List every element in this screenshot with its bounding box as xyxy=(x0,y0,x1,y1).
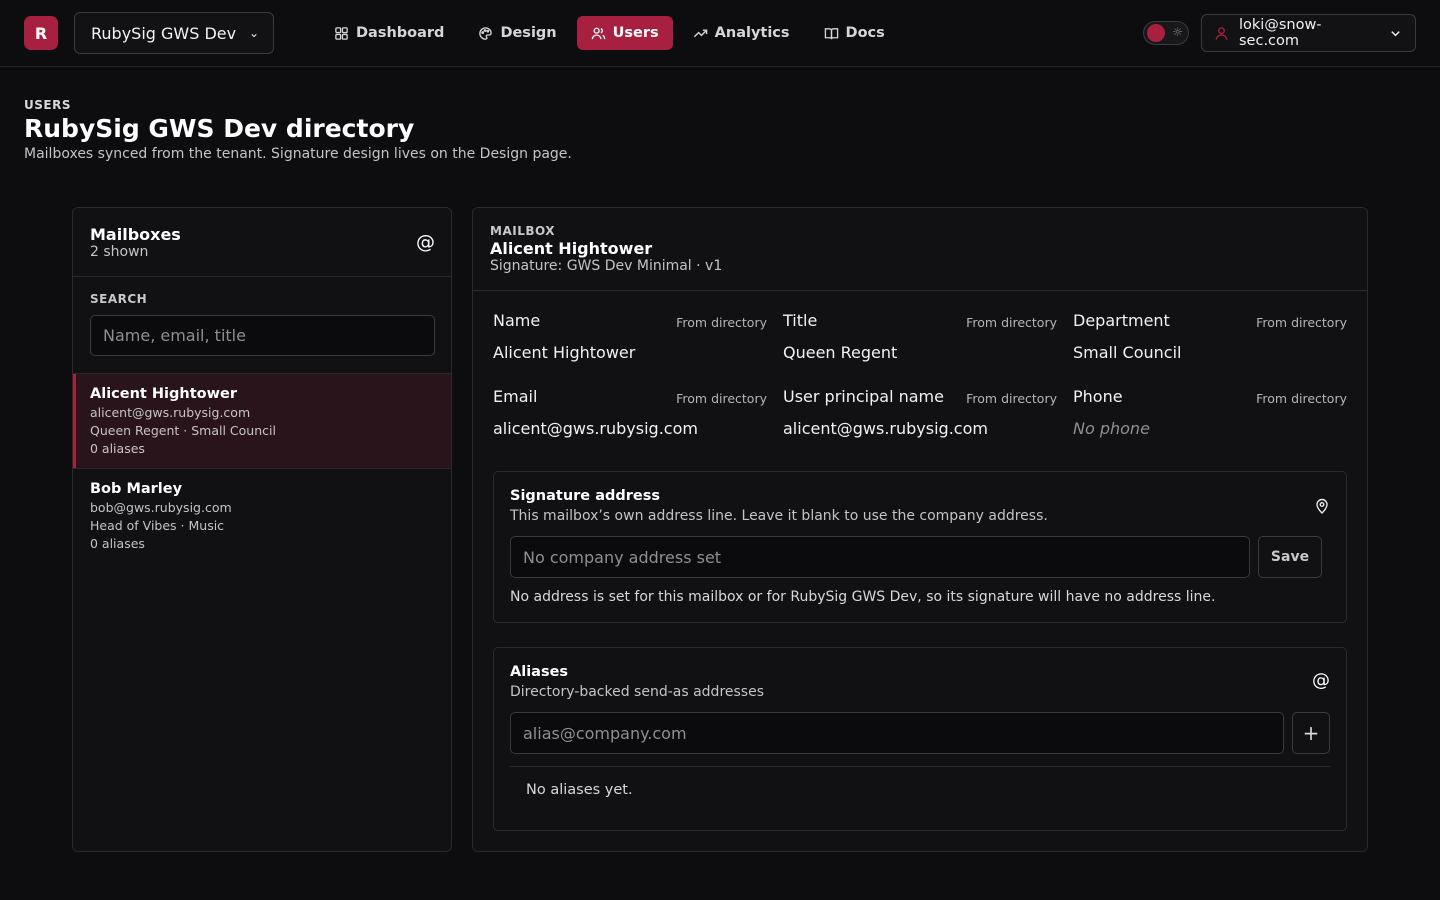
mailbox-list-item[interactable]: Alicent Hightower alicent@gws.rubysig.co… xyxy=(73,374,451,469)
field-upn: User principal name From directory alice… xyxy=(783,387,1057,447)
at-sign-icon: @ xyxy=(1312,670,1330,691)
field-value: alicent@gws.rubysig.com xyxy=(493,419,698,438)
field-value: alicent@gws.rubysig.com xyxy=(783,419,988,438)
nav-docs-label: Docs xyxy=(845,25,885,41)
nav-analytics[interactable]: Analytics xyxy=(679,16,804,50)
nav-users-label: Users xyxy=(612,25,659,41)
mailbox-name: Alicent Hightower xyxy=(90,386,237,402)
map-pin-icon xyxy=(1316,498,1328,514)
mailbox-email: bob@gws.rubysig.com xyxy=(90,500,232,515)
field-source: From directory xyxy=(1256,315,1347,330)
search-label: SEARCH xyxy=(90,292,148,306)
grid-icon xyxy=(335,26,348,40)
card-description: This mailbox’s own address line. Leave i… xyxy=(510,508,1048,524)
nav-design[interactable]: Design xyxy=(464,16,570,50)
field-source: From directory xyxy=(676,315,767,330)
field-label: Name xyxy=(493,311,541,330)
mailbox-detail-panel: MAILBOX Alicent Hightower Signature: GWS… xyxy=(472,207,1368,852)
field-value: Small Council xyxy=(1073,343,1182,362)
user-icon xyxy=(1215,26,1228,40)
mailboxes-panel: Mailboxes 2 shown @ SEARCH Alicent Hight… xyxy=(72,207,452,852)
aliases-card: Aliases Directory-backed send-as address… xyxy=(493,647,1347,831)
mailbox-role: Head of Vibes · Music xyxy=(90,518,225,533)
mailbox-name: Bob Marley xyxy=(90,481,183,497)
nav-docs[interactable]: Docs xyxy=(810,16,899,50)
field-label: Email xyxy=(493,387,538,406)
card-description: Directory-backed send-as addresses xyxy=(510,684,765,700)
mailbox-list-item[interactable]: Bob Marley bob@gws.rubysig.com Head of V… xyxy=(73,469,451,564)
address-note: No address is set for this mailbox or fo… xyxy=(510,589,1216,605)
signature-address-card: Signature address This mailbox’s own add… xyxy=(493,471,1347,623)
tenant-select-value: RubySig GWS Dev xyxy=(91,23,237,43)
account-email: loki@snow-sec.com xyxy=(1239,17,1322,49)
field-source: From directory xyxy=(966,315,1057,330)
toggle-knob xyxy=(1147,24,1165,42)
mailbox-alias-count: 0 aliases xyxy=(90,536,145,551)
tenant-select[interactable]: RubySig GWS Dev ⌄ xyxy=(74,12,274,54)
palette-icon xyxy=(479,26,493,40)
add-alias-button[interactable]: + xyxy=(1292,712,1330,754)
field-label: User principal name xyxy=(783,387,944,406)
mailboxes-count: 2 shown xyxy=(90,244,149,260)
nav-users[interactable]: Users xyxy=(576,16,673,50)
field-label: Phone xyxy=(1073,387,1123,406)
mailbox-alias-count: 0 aliases xyxy=(90,441,145,456)
save-address-button[interactable]: Save xyxy=(1258,536,1322,578)
page-eyebrow: USERS xyxy=(24,98,71,112)
card-title: Aliases xyxy=(510,664,569,680)
chevron-down-icon: ⌄ xyxy=(248,26,259,40)
users-icon xyxy=(591,27,605,39)
mailbox-role: Queen Regent · Small Council xyxy=(90,423,276,438)
at-sign-icon: @ xyxy=(416,231,435,253)
field-label: Title xyxy=(783,311,818,330)
nav-design-label: Design xyxy=(500,25,557,41)
field-phone: Phone From directory No phone xyxy=(1073,387,1347,447)
nav-analytics-label: Analytics xyxy=(714,25,790,41)
divider xyxy=(510,766,1330,767)
page-title: RubySig GWS Dev directory xyxy=(24,114,415,143)
alias-input[interactable] xyxy=(510,712,1284,754)
nav-dashboard-label: Dashboard xyxy=(356,25,445,41)
trending-up-icon xyxy=(693,29,707,37)
nav-dashboard[interactable]: Dashboard xyxy=(320,16,458,50)
field-label: Department xyxy=(1073,311,1170,330)
theme-toggle[interactable]: ☼ xyxy=(1143,21,1189,45)
mailboxes-title: Mailboxes xyxy=(90,225,181,244)
mailbox-detail-header: MAILBOX Alicent Hightower Signature: GWS… xyxy=(473,208,1367,291)
detail-signature: Signature: GWS Dev Minimal · v1 xyxy=(490,258,723,274)
address-input[interactable] xyxy=(510,536,1250,578)
search-input[interactable] xyxy=(90,315,435,356)
main-nav: Dashboard Design Users Analytics Docs xyxy=(320,16,899,50)
card-title: Signature address xyxy=(510,488,660,504)
aliases-empty-state: No aliases yet. xyxy=(526,782,633,798)
page-subtitle: Mailboxes synced from the tenant. Signat… xyxy=(24,146,572,162)
chevron-down-icon xyxy=(1391,30,1400,36)
mailboxes-header: Mailboxes 2 shown @ xyxy=(73,208,451,277)
field-name: Name From directory Alicent Hightower xyxy=(493,311,767,371)
field-value: No phone xyxy=(1073,419,1150,438)
detail-eyebrow: MAILBOX xyxy=(490,224,556,238)
sun-icon: ☼ xyxy=(1172,25,1183,39)
field-email: Email From directory alicent@gws.rubysig… xyxy=(493,387,767,447)
book-icon xyxy=(824,27,838,39)
field-department: Department From directory Small Council xyxy=(1073,311,1347,371)
field-source: From directory xyxy=(966,391,1057,406)
field-value: Alicent Hightower xyxy=(493,343,636,362)
top-bar: R RubySig GWS Dev ⌄ Dashboard Design Use… xyxy=(0,0,1440,67)
app-logo[interactable]: R xyxy=(24,16,58,50)
mailbox-email: alicent@gws.rubysig.com xyxy=(90,405,251,420)
field-title: Title From directory Queen Regent xyxy=(783,311,1057,371)
field-value: Queen Regent xyxy=(783,343,898,362)
detail-name: Alicent Hightower xyxy=(490,239,653,258)
field-source: From directory xyxy=(676,391,767,406)
account-menu[interactable]: loki@snow-sec.com xyxy=(1201,14,1416,52)
field-source: From directory xyxy=(1256,391,1347,406)
